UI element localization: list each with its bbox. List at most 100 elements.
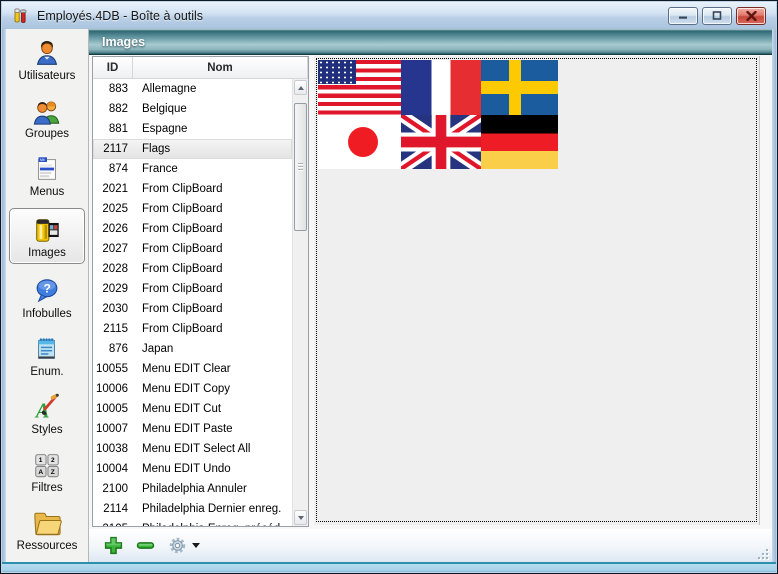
cell-id: 10006 [93,383,135,395]
scroll-down-button[interactable] [294,510,307,525]
sidebar-item-label: Enum. [30,366,63,379]
cell-nom: Menu EDIT Copy [135,383,292,395]
table-row[interactable]: 2105Philadelphia Enreg. précéd. [93,519,292,526]
table-row[interactable]: 883Allemagne [93,79,292,99]
cell-id: 10004 [93,463,135,475]
flag-sweden [481,60,558,115]
settings-button[interactable] [168,536,200,555]
table-row[interactable]: 10006Menu EDIT Copy [93,379,292,399]
main-panel: Images ID Nom 883Allemagne882Belgique881… [89,29,772,562]
cell-nom: Menu EDIT Cut [135,403,292,415]
cell-id: 2115 [93,323,135,335]
cell-nom: Menu EDIT Clear [135,363,292,375]
column-header-nom[interactable]: Nom [133,57,308,78]
cell-id: 10055 [93,363,135,375]
sidebar-item-groupes[interactable]: Groupes [9,92,85,142]
table-row[interactable]: 10005Menu EDIT Cut [93,399,292,419]
selection-marquee [316,58,757,522]
table-row[interactable]: 882Belgique [93,99,292,119]
cell-nom: From ClipBoard [135,263,292,275]
flag-uk [401,115,481,169]
panel-header: Images [89,29,772,55]
table-row[interactable]: 876Japan [93,339,292,359]
cell-nom: Philadelphia Enreg. précéd. [135,523,292,526]
svg-text:?: ? [43,282,50,296]
table-row[interactable]: 2029From ClipBoard [93,279,292,299]
sidebar-item-label: Utilisateurs [19,70,76,83]
table-row[interactable]: 2030From ClipBoard [93,299,292,319]
cell-id: 874 [93,163,135,175]
sidebar-item-label: Images [28,247,66,260]
sidebar-item-images[interactable]: Images [9,208,85,264]
cell-nom: Allemagne [135,83,292,95]
table-row[interactable]: 2100Philadelphia Annuler [93,479,292,499]
cell-nom: France [135,163,292,175]
sidebar-item-ressources[interactable]: Ressources [9,504,85,554]
table-row[interactable]: 2117Flags [93,139,292,159]
dropdown-caret-icon [192,543,200,548]
cell-id: 2105 [93,523,135,526]
titlebar[interactable]: Employés.4DB - Boîte à outils [2,2,776,29]
cell-id: 2026 [93,223,135,235]
sidebar-item-enum[interactable]: Enum. [9,330,85,380]
sidebar-item-label: Filtres [31,482,62,495]
cell-nom: From ClipBoard [135,183,292,195]
column-header-id[interactable]: ID [93,57,133,78]
cell-id: 882 [93,103,135,115]
sidebar-item-label: Styles [31,424,62,437]
scroll-up-button[interactable] [294,80,307,95]
user-icon [32,36,62,68]
table-row[interactable]: 874France [93,159,292,179]
svg-text:A: A [34,400,50,422]
table-row[interactable]: 881Espagne [93,119,292,139]
cell-id: 2030 [93,303,135,315]
cell-nom: From ClipBoard [135,323,292,335]
filter-keys-icon: 12AZ [32,448,62,480]
table-row[interactable]: 10038Menu EDIT Select All [93,439,292,459]
cell-id: 2100 [93,483,135,495]
table-row[interactable]: 10007Menu EDIT Paste [93,419,292,439]
sidebar-item-infobulles[interactable]: ? Infobulles [9,272,85,322]
table-row[interactable]: 2028From ClipBoard [93,259,292,279]
cell-id: 2028 [93,263,135,275]
notepad-icon [32,332,62,364]
sidebar-item-filtres[interactable]: 12AZ Filtres [9,446,85,496]
table-row[interactable]: 10004Menu EDIT Undo [93,459,292,479]
list-scrollbar[interactable] [292,79,308,526]
add-button[interactable] [104,536,123,555]
resize-grip[interactable] [756,547,768,559]
table-row[interactable]: 2027From ClipBoard [93,239,292,259]
table-row[interactable]: 2026From ClipBoard [93,219,292,239]
cell-id: 883 [93,83,135,95]
table-row[interactable]: 2025From ClipBoard [93,199,292,219]
minimize-button[interactable] [668,7,698,25]
sidebar-item-utilisateurs[interactable]: Utilisateurs [9,34,85,84]
close-button[interactable] [736,7,766,25]
list-rows-viewport: 883Allemagne882Belgique881Espagne2117Fla… [93,79,292,526]
content-area: ID Nom 883Allemagne882Belgique881Espagne… [89,55,772,529]
sidebar-item-label: Groupes [25,128,69,141]
arrow-down-icon [298,516,304,520]
sidebar-item-styles[interactable]: A Styles [9,388,85,438]
scrollbar-thumb[interactable] [294,103,307,231]
images-list: ID Nom 883Allemagne882Belgique881Espagne… [92,56,309,527]
flags-image[interactable] [318,60,558,169]
cell-id: 2117 [93,143,135,155]
table-row[interactable]: 2115From ClipBoard [93,319,292,339]
table-row[interactable]: 2114Philadelphia Dernier enreg. [93,499,292,519]
svg-text:Mb: Mb [40,158,45,162]
cell-nom: From ClipBoard [135,303,292,315]
sidebar-item-menus[interactable]: MbMenus [9,150,85,200]
cell-id: 10007 [93,423,135,435]
film-roll-icon [31,213,63,245]
remove-button[interactable] [136,536,155,555]
window-controls [668,7,768,25]
cell-id: 881 [93,123,135,135]
table-row[interactable]: 10055Menu EDIT Clear [93,359,292,379]
cell-id: 2029 [93,283,135,295]
paintbrush-letter-icon: A [32,390,62,422]
maximize-button[interactable] [702,7,732,25]
table-row[interactable]: 2021From ClipBoard [93,179,292,199]
sidebar-item-label: Infobulles [22,308,71,321]
toolbox-icon [12,7,30,25]
